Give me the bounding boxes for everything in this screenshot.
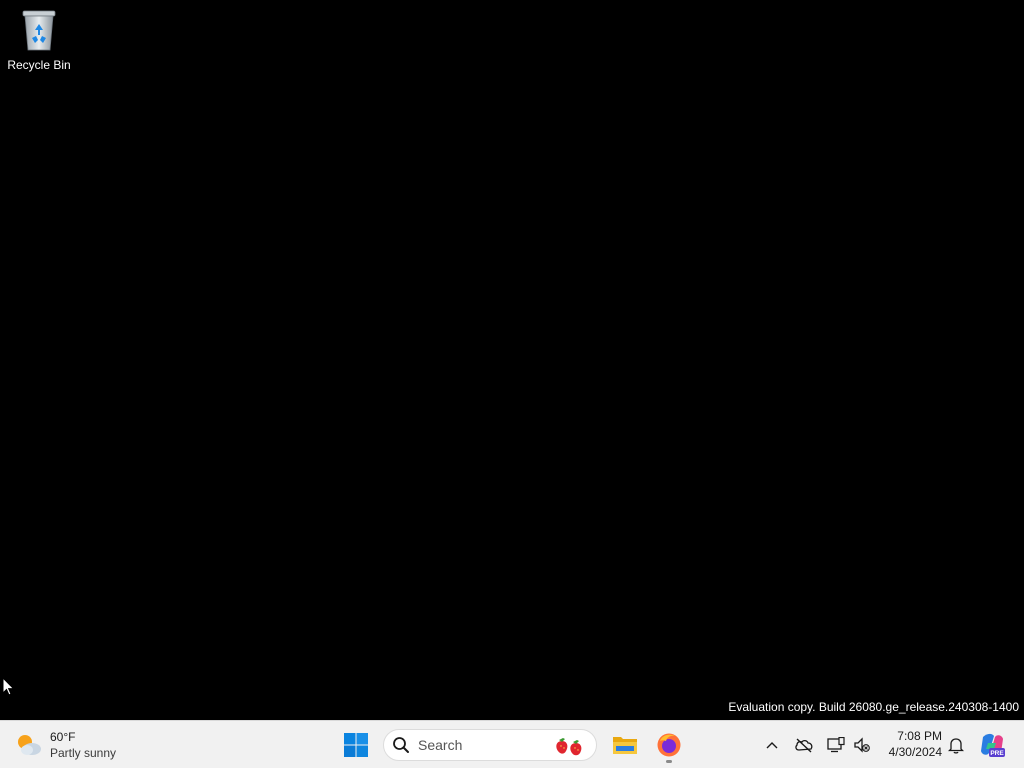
running-indicator — [666, 760, 672, 763]
copilot-icon[interactable]: PRE — [978, 731, 1006, 759]
taskbar-firefox[interactable] — [650, 726, 688, 764]
evaluation-watermark: Evaluation copy. Build 26080.ge_release.… — [728, 700, 1019, 714]
clock-date: 4/30/2024 — [888, 745, 942, 759]
tray-network[interactable] — [824, 733, 848, 757]
tray-volume[interactable] — [850, 733, 874, 757]
weather-condition: Partly sunny — [50, 746, 117, 760]
show-hidden-icons-button[interactable] — [760, 733, 784, 757]
taskbar-clock[interactable]: 7:08 PM 4/30/2024 — [876, 728, 942, 760]
strawberry-icon — [556, 738, 582, 756]
search-input[interactable] — [418, 737, 538, 753]
mouse-cursor-icon — [2, 677, 15, 696]
taskbar-search-box[interactable] — [383, 729, 597, 761]
display-icon — [827, 737, 845, 753]
desktop-icon-recycle-bin[interactable]: Recycle Bin — [4, 8, 74, 78]
windows-start-icon — [344, 733, 368, 757]
taskbar-file-explorer[interactable] — [606, 726, 644, 764]
cloud-offline-icon — [795, 738, 813, 753]
taskbar: 60°F Partly sunny Search 7:08 PM 4/30/20… — [0, 720, 1024, 768]
speaker-muted-icon — [854, 737, 870, 753]
search-icon — [393, 737, 409, 753]
desktop-icon-label: Recycle Bin — [7, 58, 71, 72]
copilot-badge: PRE — [990, 750, 1004, 757]
recycle-bin-icon — [22, 10, 56, 51]
notifications-button[interactable] — [944, 733, 968, 757]
desktop: Recycle Bin Evaluation copy. Build 26080… — [0, 0, 1024, 720]
folder-icon — [613, 737, 637, 754]
firefox-icon — [657, 733, 681, 757]
tray-onedrive[interactable] — [792, 733, 816, 757]
clock-time: 7:08 PM — [897, 729, 942, 743]
bell-icon — [948, 738, 964, 754]
start-button[interactable] — [337, 726, 375, 764]
weather-temperature: 60°F — [50, 730, 76, 744]
partly-sunny-icon — [18, 735, 41, 755]
chevron-up-icon — [766, 742, 778, 749]
weather-widget[interactable]: 60°F Partly sunny — [14, 727, 116, 763]
